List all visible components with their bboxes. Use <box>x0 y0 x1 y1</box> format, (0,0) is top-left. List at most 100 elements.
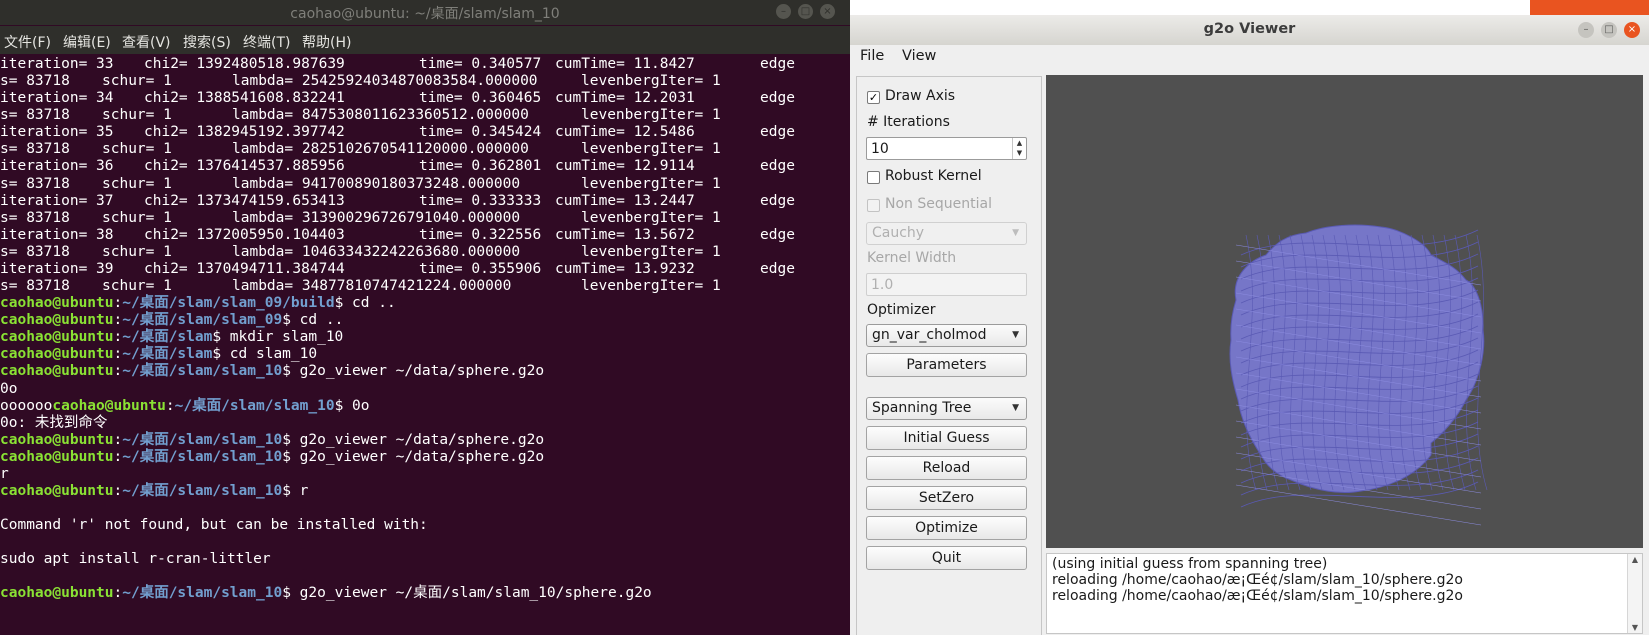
terminal-field: time= 0.345424 <box>419 124 542 141</box>
terminal-field: edge <box>760 56 795 72</box>
terminal-field: edge <box>760 158 795 175</box>
robust-kernel-select[interactable]: Cauchy ▼ <box>866 222 1027 245</box>
maximize-icon[interactable]: □ <box>1601 22 1617 38</box>
terminal-line: caohao@ubuntu:~/桌面/slam/slam_10$ g2o_vie… <box>0 448 544 466</box>
prompt-cmd: $ g2o_viewer ~/data/sphere.g2o <box>282 448 545 465</box>
terminal-field: schur= 1 <box>102 175 172 192</box>
menu-edit[interactable]: 编辑(E) <box>63 32 111 52</box>
viewer-menubar: File View <box>850 45 1649 70</box>
terminal-field: levenbergIter= 1 <box>581 209 721 226</box>
menu-file[interactable]: File <box>860 48 884 64</box>
sphere-mesh <box>1229 224 1488 526</box>
terminal-output[interactable]: iteration= 33 chi2= 1392480518.987639 time… <box>0 55 850 635</box>
terminal-field: edge <box>760 124 795 141</box>
viewer-titlebar[interactable]: g2o Viewer – □ × <box>850 15 1649 45</box>
prompt-path: ~/桌面/slam/slam_10 <box>122 363 283 380</box>
spin-arrows-icon[interactable]: ▲ ▼ <box>1012 138 1026 159</box>
terminal-field: iteration= 38 <box>0 226 114 243</box>
background-window-accent <box>1530 0 1649 15</box>
scroll-up-icon[interactable]: ▲ <box>1628 555 1642 564</box>
prompt-path: ~/桌面/slam/slam_09 <box>122 312 283 329</box>
prompt-path: ~/桌面/slam <box>122 329 213 346</box>
initial-guess-button[interactable]: Initial Guess <box>866 426 1027 450</box>
terminal-field: edge <box>760 90 795 107</box>
checkmark-icon: ✓ <box>868 91 879 104</box>
terminal-field: s= 83718 <box>0 243 70 260</box>
prompt-cmd: $ r <box>282 483 309 499</box>
menu-view[interactable]: View <box>902 48 936 64</box>
g2o-viewer-window[interactable]: g2o Viewer – □ × File View ✓ Draw Axis #… <box>850 15 1649 635</box>
terminal-field: schur= 1 <box>102 243 172 260</box>
terminal-field: iteration= 33 <box>0 56 114 72</box>
log-line: reloading /home/caohao/æ¡Œé¢/slam/slam_1… <box>1052 572 1463 588</box>
terminal-field: iteration= 35 <box>0 124 114 141</box>
terminal-field: iteration= 36 <box>0 158 114 175</box>
prompt-separator: : <box>113 585 123 602</box>
iterations-spinbox[interactable]: 10 ▲ ▼ <box>866 137 1027 160</box>
maximize-icon[interactable]: □ <box>798 4 813 19</box>
terminal-text: 0o <box>0 380 18 397</box>
terminal-field: time= 0.362801 <box>419 158 542 175</box>
terminal-field: time= 0.322556 <box>419 226 542 243</box>
terminal-field: s= 83718 <box>0 73 70 90</box>
close-icon[interactable]: × <box>1624 22 1640 38</box>
menu-help[interactable]: 帮助(H) <box>302 32 351 52</box>
prompt-user: caohao@ubuntu <box>0 312 114 329</box>
log-scrollbar[interactable]: ▲ ▼ <box>1627 554 1642 633</box>
prompt-cmd: $ g2o_viewer ~/data/sphere.g2o <box>282 363 545 380</box>
terminal-window[interactable]: caohao@ubuntu: ~/桌面/slam/slam_10 – □ × 文… <box>0 0 850 635</box>
terminal-field: iteration= 37 <box>0 192 114 209</box>
terminal-field: lambda= 313900296726791040.000000 <box>232 209 521 226</box>
menu-search[interactable]: 搜索(S) <box>183 32 231 52</box>
terminal-field: chi2= 1388541608.832241 <box>144 90 345 107</box>
graph-3d-view[interactable] <box>1046 75 1643 548</box>
menu-view[interactable]: 查看(V) <box>122 32 171 52</box>
prompt-cmd: $ cd .. <box>334 295 396 312</box>
prompt-separator: : <box>165 397 175 414</box>
optimizer-select[interactable]: gn_var_cholmod ▼ <box>866 324 1027 347</box>
scroll-down-icon[interactable]: ▼ <box>1628 623 1642 632</box>
control-panel: ✓ Draw Axis # Iterations 10 ▲ ▼ Robust Ke… <box>856 76 1042 635</box>
terminal-field: cumTime= 12.2031 <box>555 90 695 107</box>
kernel-width-label: Kernel Width <box>867 250 957 266</box>
terminal-line: caohao@ubuntu:~/桌面/slam/slam_10$ r <box>0 482 308 500</box>
menu-file[interactable]: 文件(F) <box>4 32 51 52</box>
prompt-path: ~/桌面/slam/slam_10 <box>122 585 283 602</box>
terminal-field: s= 83718 <box>0 209 70 226</box>
close-icon[interactable]: × <box>820 4 835 19</box>
robust-kernel-checkbox[interactable] <box>867 171 880 184</box>
terminal-field: levenbergIter= 1 <box>581 243 721 260</box>
prompt-user: caohao@ubuntu <box>0 363 114 380</box>
menu-terminal[interactable]: 终端(T) <box>243 32 290 52</box>
optimize-button[interactable]: Optimize <box>866 516 1027 540</box>
non-sequential-checkbox[interactable] <box>867 199 880 212</box>
quit-button[interactable]: Quit <box>866 546 1027 570</box>
minimize-icon[interactable]: – <box>776 4 791 19</box>
terminal-line: caohao@ubuntu:~/桌面/slam/slam_10$ g2o_vie… <box>0 362 544 380</box>
terminal-field: schur= 1 <box>102 73 172 90</box>
terminal-field: schur= 1 <box>102 107 172 124</box>
prompt-path: ~/桌面/slam/slam_10 <box>122 483 283 499</box>
chevron-down-icon: ▼ <box>1012 330 1019 340</box>
prompt-path: ~/桌面/slam/slam_10 <box>174 397 335 414</box>
terminal-field: chi2= 1382945192.397742 <box>144 124 345 141</box>
prompt-user: caohao@ubuntu <box>0 329 114 346</box>
terminal-line: caohao@ubuntu:~/桌面/slam/slam_09$ cd .. <box>0 311 343 329</box>
terminal-titlebar[interactable]: caohao@ubuntu: ~/桌面/slam/slam_10 – □ × <box>0 0 850 25</box>
parameters-button[interactable]: Parameters <box>866 353 1027 377</box>
initial-guess-select-value: Spanning Tree <box>872 400 972 416</box>
draw-axis-checkbox[interactable]: ✓ <box>867 91 880 104</box>
initial-guess-select[interactable]: Spanning Tree ▼ <box>866 397 1027 420</box>
log-output[interactable]: (using initial guess from spanning tree)… <box>1046 553 1643 634</box>
setzero-button[interactable]: SetZero <box>866 486 1027 510</box>
terminal-field: chi2= 1376414537.885956 <box>144 158 345 175</box>
terminal-field: cumTime= 13.2447 <box>555 192 695 209</box>
terminal-field: levenbergIter= 1 <box>581 141 721 158</box>
minimize-icon[interactable]: – <box>1578 22 1594 38</box>
terminal-text: sudo apt install r-cran-littler <box>0 551 271 568</box>
robust-kernel-select-value: Cauchy <box>872 225 925 241</box>
terminal-field: edge <box>760 192 795 209</box>
prompt-separator: : <box>113 346 123 363</box>
reload-button[interactable]: Reload <box>866 456 1027 480</box>
kernel-width-input[interactable]: 1.0 <box>866 273 1027 296</box>
